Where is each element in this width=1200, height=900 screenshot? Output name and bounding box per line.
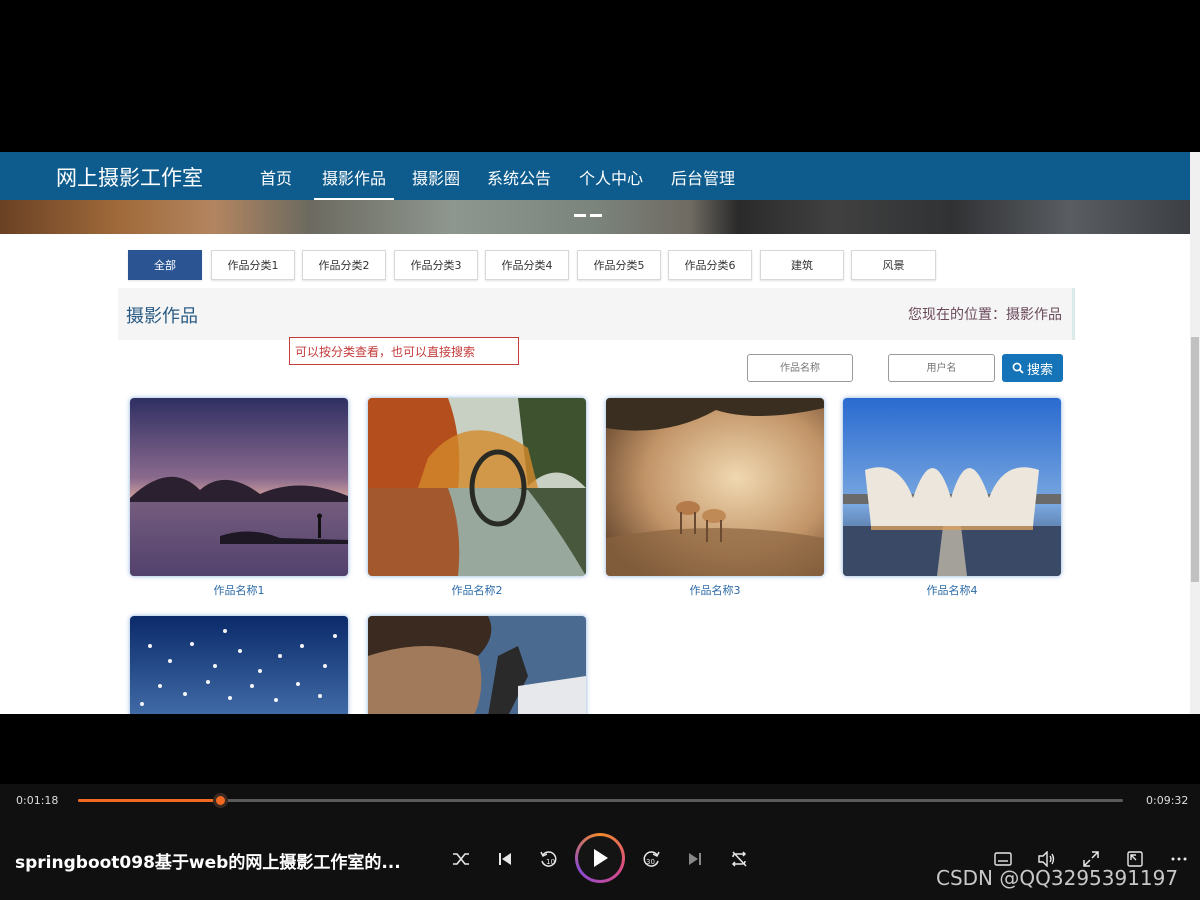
scrollbar-thumb[interactable] <box>1191 337 1199 582</box>
carousel-dot[interactable] <box>574 214 586 217</box>
work-card[interactable]: 作品名称1 <box>130 398 348 598</box>
site-brand[interactable]: 网上摄影工作室 <box>56 162 203 192</box>
category-button-5[interactable]: 作品分类5 <box>577 250 661 280</box>
previous-icon[interactable] <box>492 846 518 872</box>
nav-home[interactable]: 首页 <box>260 165 292 189</box>
csdn-watermark: CSDN @QQ3295391197 <box>936 866 1179 890</box>
progress-fill <box>78 799 221 802</box>
category-button-6[interactable]: 作品分类6 <box>668 250 752 280</box>
video-title: springboot098基于web的网上摄影工作室的... <box>15 853 401 873</box>
category-button-1[interactable]: 作品分类1 <box>211 250 295 280</box>
next-icon[interactable] <box>682 846 708 872</box>
shuffle-icon[interactable] <box>448 846 474 872</box>
nav-circle[interactable]: 摄影圈 <box>412 165 460 189</box>
work-name[interactable]: 作品名称3 <box>606 582 824 598</box>
username-input[interactable] <box>889 355 994 381</box>
work-photo-old-man-portrait[interactable] <box>368 616 586 714</box>
carousel-dot[interactable] <box>590 214 602 217</box>
work-name-input[interactable] <box>748 355 852 381</box>
top-navigation-bar: 网上摄影工作室 首页 摄影作品 摄影圈 系统公告 个人中心 后台管理 <box>0 152 1190 201</box>
work-photo-autumn-bridge[interactable] <box>368 398 586 576</box>
work-card[interactable] <box>368 616 586 714</box>
nav-announcements[interactable]: 系统公告 <box>487 165 551 189</box>
play-icon <box>578 836 622 880</box>
svg-text:10: 10 <box>546 858 555 866</box>
work-name[interactable]: 作品名称4 <box>843 582 1061 598</box>
repeat-off-icon[interactable] <box>726 846 752 872</box>
work-card[interactable]: 作品名称2 <box>368 398 586 598</box>
work-name-search-field[interactable] <box>747 354 853 382</box>
username-search-field[interactable] <box>888 354 995 382</box>
category-architecture-button[interactable]: 建筑 <box>760 250 844 280</box>
elapsed-time: 0:01:18 <box>16 794 59 807</box>
page-title: 摄影作品 <box>126 306 198 327</box>
search-icon <box>1012 362 1024 374</box>
work-photo-lake-dusk[interactable] <box>130 398 348 576</box>
nav-personal-center[interactable]: 个人中心 <box>579 165 643 189</box>
annotation-callout: 可以按分类查看，也可以直接搜索 <box>289 337 519 365</box>
breadcrumb: 您现在的位置：摄影作品 <box>908 307 1062 323</box>
rewind-10-icon[interactable]: 10 <box>536 846 562 872</box>
nav-works[interactable]: 摄影作品 <box>313 165 395 201</box>
page-scrollbar[interactable] <box>1190 152 1200 714</box>
category-button-2[interactable]: 作品分类2 <box>302 250 386 280</box>
play-button[interactable] <box>575 833 625 883</box>
category-all-button[interactable]: 全部 <box>128 250 202 280</box>
category-landscape-button[interactable]: 风景 <box>851 250 936 280</box>
search-button[interactable]: 搜索 <box>1002 354 1063 382</box>
work-photo-deer-meadow[interactable] <box>606 398 824 576</box>
nav-admin[interactable]: 后台管理 <box>671 165 735 189</box>
website-frame: 网上摄影工作室 首页 摄影作品 摄影圈 系统公告 个人中心 后台管理 全部 作品… <box>0 152 1200 714</box>
work-name[interactable]: 作品名称2 <box>368 582 586 598</box>
banner-carousel <box>0 200 1190 234</box>
progress-bar[interactable] <box>78 793 1123 808</box>
work-photo-architecture[interactable] <box>843 398 1061 576</box>
svg-text:30: 30 <box>646 858 655 866</box>
progress-knob[interactable] <box>213 793 229 808</box>
work-name[interactable]: 作品名称1 <box>130 582 348 598</box>
work-card[interactable] <box>130 616 348 714</box>
search-button-label: 搜索 <box>1026 362 1053 378</box>
video-player-controls: 0:01:18 0:09:32 springboot098基于web的网上摄影工… <box>0 784 1200 900</box>
category-button-3[interactable]: 作品分类3 <box>394 250 478 280</box>
total-duration: 0:09:32 <box>1146 794 1189 807</box>
section-header: 摄影作品 您现在的位置：摄影作品 <box>118 288 1075 340</box>
work-photo-birds-sky[interactable] <box>130 616 348 714</box>
work-card[interactable]: 作品名称3 <box>606 398 824 598</box>
work-card[interactable]: 作品名称4 <box>843 398 1061 598</box>
category-button-4[interactable]: 作品分类4 <box>485 250 569 280</box>
forward-30-icon[interactable]: 30 <box>638 846 664 872</box>
